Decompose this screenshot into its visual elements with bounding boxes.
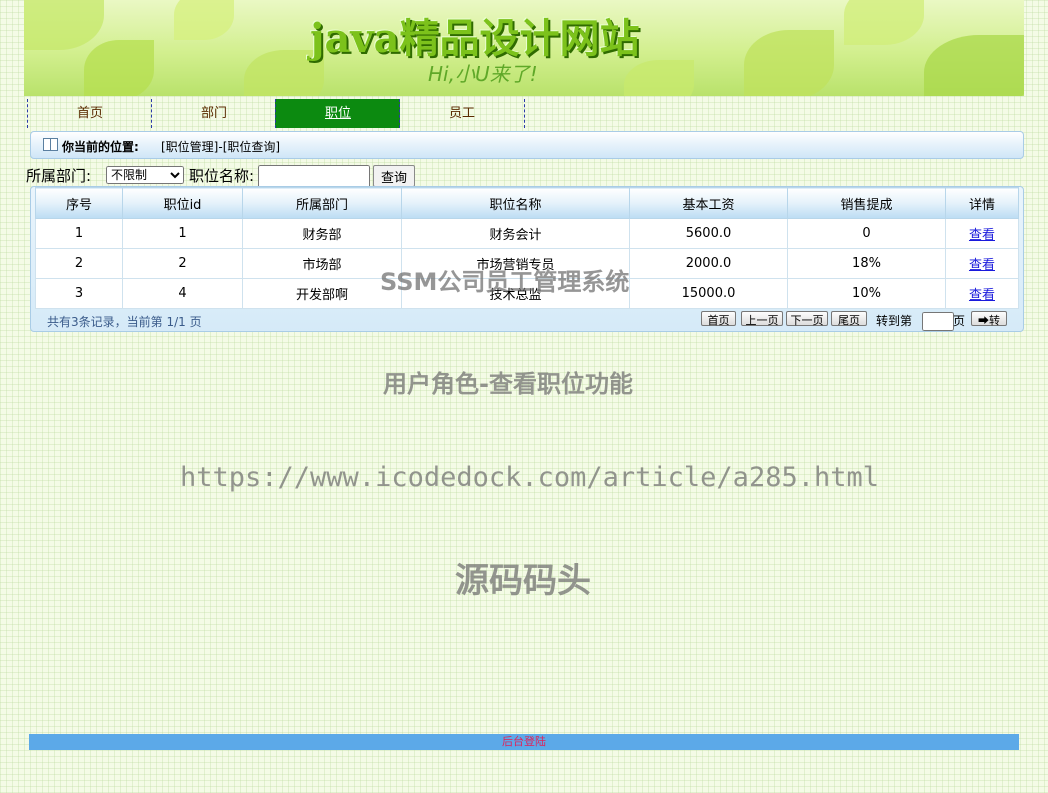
cell-details: 查看 [945, 278, 1019, 309]
watermark-brand: 源码码头 [455, 561, 591, 601]
footer-bar: 后台登陆 [29, 734, 1019, 750]
cell-department: 财务部 [242, 218, 402, 249]
cell-index: 3 [35, 278, 123, 309]
cell-commission: 10% [787, 278, 946, 309]
cell-index: 1 [35, 218, 123, 249]
next-page-button[interactable]: 下一页 [786, 311, 828, 327]
column-header-base-salary: 基本工资 [629, 187, 788, 219]
nav-item-position[interactable]: 职位 [275, 99, 400, 128]
cell-base-salary: 2000.0 [629, 248, 788, 279]
department-select[interactable]: 不限制 [106, 166, 184, 184]
site-subtitle: Hi,小U来了! [428, 62, 538, 86]
location-label: 你当前的位置: [62, 140, 139, 154]
cell-commission: 18% [787, 248, 946, 279]
site-title: java精品设计网站 [310, 15, 640, 62]
breadcrumb: [职位管理]-[职位查询] [161, 140, 281, 154]
column-header-details: 详情 [945, 187, 1019, 219]
table-row: 1 1 财务部 财务会计 5600.0 0 查看 [35, 218, 1019, 249]
cell-commission: 0 [787, 218, 946, 249]
cell-details: 查看 [945, 218, 1019, 249]
cell-department: 开发部啊 [242, 278, 402, 309]
position-table-panel: 序号 职位id 所属部门 职位名称 基本工资 销售提成 详情 1 1 财务部 财… [30, 186, 1024, 332]
pagination: 首页 上一页 下一页 尾页 转到第 页 ➡转 [701, 311, 1009, 331]
leaf-decoration [744, 30, 834, 96]
first-page-button[interactable]: 首页 [701, 311, 736, 327]
view-details-link[interactable]: 查看 [969, 288, 995, 303]
column-header-department: 所属部门 [242, 187, 402, 219]
watermark-system-name: SSM公司员工管理系统 [380, 268, 630, 296]
leaf-decoration [174, 0, 234, 40]
view-details-link[interactable]: 查看 [969, 228, 995, 243]
cell-base-salary: 15000.0 [629, 278, 788, 309]
prev-page-button[interactable]: 上一页 [741, 311, 783, 327]
leaf-decoration [24, 0, 104, 50]
leaf-decoration [624, 60, 694, 96]
leaf-decoration [844, 0, 924, 45]
column-header-commission: 销售提成 [787, 187, 946, 219]
cell-position-id: 2 [122, 248, 243, 279]
goto-page-input[interactable] [922, 312, 954, 331]
search-button[interactable]: 查询 [373, 165, 415, 187]
view-details-link[interactable]: 查看 [969, 258, 995, 273]
header-banner: java精品设计网站 Hi,小U来了! [24, 0, 1024, 96]
column-header-position-name: 职位名称 [401, 187, 630, 219]
page-unit-label: 页 [953, 314, 966, 328]
leaf-decoration [84, 40, 154, 96]
pager-info: 共有3条记录，当前第 1/1 页 [47, 315, 202, 329]
goto-label: 转到第 [876, 314, 913, 328]
leaf-decoration [924, 35, 1024, 96]
nav-item-department[interactable]: 部门 [151, 99, 276, 128]
department-label: 所属部门: [26, 167, 92, 185]
cell-position-name: 财务会计 [401, 218, 630, 249]
go-button[interactable]: ➡转 [971, 311, 1007, 327]
nav-item-home[interactable]: 首页 [27, 99, 152, 128]
cell-base-salary: 5600.0 [629, 218, 788, 249]
cell-index: 2 [35, 248, 123, 279]
cell-details: 查看 [945, 248, 1019, 279]
column-header-position-id: 职位id [122, 187, 243, 219]
location-bar: 你当前的位置: [职位管理]-[职位查询] [30, 131, 1024, 159]
admin-login-link[interactable]: 后台登陆 [502, 735, 546, 748]
table-header-row: 序号 职位id 所属部门 职位名称 基本工资 销售提成 详情 [35, 187, 1019, 219]
watermark-feature: 用户角色-查看职位功能 [383, 370, 633, 398]
cell-position-id: 1 [122, 218, 243, 249]
book-icon [43, 138, 58, 151]
position-name-label: 职位名称: [189, 167, 255, 185]
watermark-url: https://www.icodedock.com/article/a285.h… [180, 462, 879, 493]
last-page-button[interactable]: 尾页 [831, 311, 867, 327]
column-header-index: 序号 [35, 187, 123, 219]
cell-position-id: 4 [122, 278, 243, 309]
cell-department: 市场部 [242, 248, 402, 279]
nav-item-employee[interactable]: 员工 [399, 99, 525, 128]
